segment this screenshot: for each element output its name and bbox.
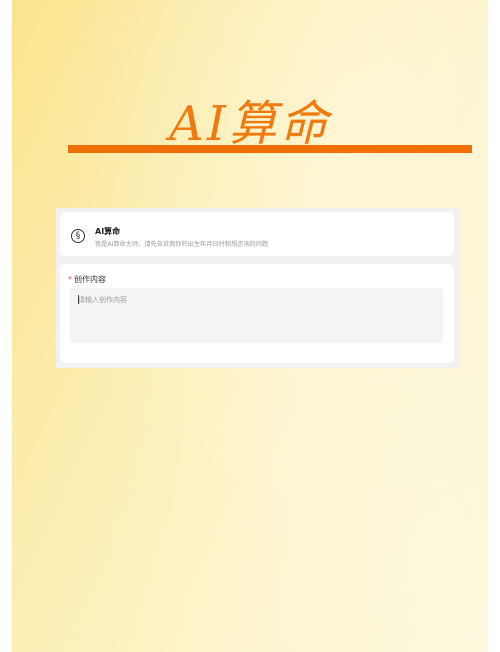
text-cursor [78, 295, 79, 304]
app-name: AI算命 [95, 227, 121, 236]
required-mark: * [68, 275, 72, 284]
app-logo-icon: § [71, 229, 85, 243]
app-info-card: § AI算命 我是AI算命大师，请先告诉我你的出生年月日时和想咨询的问题 [60, 212, 454, 256]
creation-content-label-text: 创作内容 [74, 275, 106, 284]
creation-content-label: * 创作内容 [68, 274, 106, 285]
creation-content-input[interactable] [70, 288, 443, 343]
hero-underline-bar [68, 145, 472, 153]
creation-form-card: * 创作内容 [60, 264, 454, 363]
app-panel: § AI算命 我是AI算命大师，请先告诉我你的出生年月日时和想咨询的问题 * 创作… [56, 208, 460, 368]
hero-title: AI算命 [169, 96, 331, 152]
app-description: 我是AI算命大师，请先告诉我你的出生年月日时和想咨询的问题 [95, 241, 269, 248]
